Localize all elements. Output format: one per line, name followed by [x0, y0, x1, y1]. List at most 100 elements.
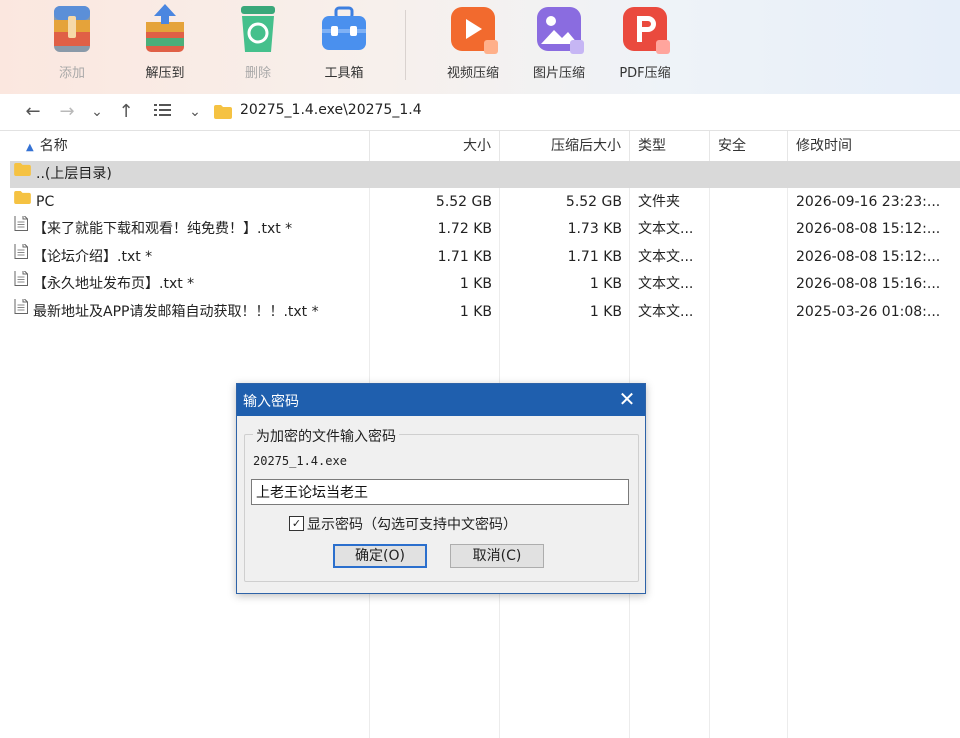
cell-name-text: 【论坛介绍】.txt * [33, 248, 153, 265]
show-password-checkbox[interactable]: ✓ [289, 515, 304, 531]
cell-modified-text: 2025-03-26 01:08:... [796, 303, 941, 320]
view-mode-icon[interactable] [152, 100, 174, 124]
table-row[interactable]: 【论坛介绍】.txt * 1.71 KB 1.71 KB 文本文... 2026-08-… [10, 243, 960, 271]
video-compress-icon [446, 2, 500, 56]
column-header-modified[interactable]: 修改时间 [788, 131, 960, 161]
cell-packed: 1 KB [500, 271, 630, 298]
cell-size: 1 KB [370, 271, 500, 298]
cell-size: 5.52 GB [370, 189, 500, 216]
image-compress-label: 图片压缩 [532, 66, 585, 81]
up-arrow-icon[interactable]: ↑ [115, 100, 137, 124]
cell-name: 【永久地址发布页】.txt * [10, 271, 370, 298]
column-header-size[interactable]: 大小 [370, 131, 500, 161]
cell-size-text: 1.71 KB [437, 248, 492, 265]
cell-type: 文件夹 [630, 189, 710, 216]
extract-to-label: 解压到 [145, 66, 185, 81]
ok-button[interactable]: 确定(O) [333, 544, 427, 568]
add-label: 添加 [58, 66, 85, 81]
cell-name: 【来了就能下载和观看！纯免费！】.txt * [10, 216, 370, 243]
extract-to-icon [138, 2, 192, 56]
cell-packed: 5.52 GB [500, 189, 630, 216]
cell-name: ..(上层目录) [10, 161, 370, 188]
table-row[interactable]: ..(上层目录) [10, 161, 960, 188]
image-compress-button[interactable]: 图片压缩 [517, 2, 601, 81]
pdf-compress-button[interactable]: PDF压缩 [603, 2, 687, 81]
video-compress-button[interactable]: 视频压缩 [431, 2, 515, 81]
cell-name-text: 最新地址及APP请发邮箱自动获取！！！.txt * [33, 303, 319, 320]
cell-size-text: 1 KB [459, 276, 492, 292]
delete-button[interactable]: 删除 [216, 2, 300, 81]
cell-name-text: PC [36, 193, 55, 210]
main-toolbar: 添加 解压到 删除 工具箱 视频压缩 图片压缩 PDF压缩 [0, 0, 960, 94]
cell-modified-text: 2026-08-08 15:12:... [796, 248, 941, 265]
archive-add-icon [45, 2, 99, 56]
cell-size-text: 1.72 KB [437, 221, 492, 237]
cell-security [710, 161, 788, 188]
text-file-icon [14, 298, 28, 324]
cell-packed-text: 1 KB [589, 303, 622, 320]
text-file-icon [14, 216, 28, 241]
cell-type [630, 161, 710, 188]
cell-name: 【论坛介绍】.txt * [10, 243, 370, 271]
path-folder-icon [214, 105, 232, 119]
cell-name-text: 【永久地址发布页】.txt * [33, 276, 195, 292]
cell-type-text: 文本文... [638, 303, 694, 320]
image-compress-icon [532, 2, 586, 56]
back-arrow-icon[interactable]: ← [22, 100, 44, 124]
extract-to-button[interactable]: 解压到 [123, 2, 207, 81]
cell-packed: 1 KB [500, 299, 630, 326]
table-row[interactable]: 【来了就能下载和观看！纯免费！】.txt * 1.72 KB 1.73 KB 文本文.… [10, 216, 960, 243]
cell-packed-text: 5.52 GB [565, 193, 622, 210]
pdf-compress-label: PDF压缩 [619, 66, 671, 81]
table-row[interactable]: PC 5.52 GB 5.52 GB 文件夹 2026-09-16 23:23:... [10, 189, 960, 216]
folder-icon [14, 161, 31, 186]
password-input[interactable]: 上老王论坛当老王 [251, 479, 629, 505]
delete-label: 删除 [244, 66, 271, 81]
cell-packed: 1.71 KB [500, 244, 630, 271]
cell-size: 1.72 KB [370, 216, 500, 243]
archive-filename: 20275_1.4.exe [253, 454, 347, 468]
path-text[interactable]: 20275_1.4.exe\20275_1.4 [240, 102, 422, 118]
password-dialog: 输入密码 ✕ 为加密的文件输入密码 20275_1.4.exe 上老王论坛当老王… [236, 383, 646, 594]
add-button[interactable]: 添加 [30, 2, 114, 81]
column-header-type[interactable]: 类型 [630, 131, 710, 161]
toolbox-icon [317, 2, 371, 56]
cell-modified-text: 2026-08-08 15:12:... [796, 221, 941, 237]
cell-modified-text: 2026-09-16 23:23:... [796, 193, 941, 210]
cell-security [710, 244, 788, 271]
cell-packed-text: 1 KB [589, 276, 622, 292]
history-chevron-down-icon[interactable]: ⌄ [86, 100, 108, 124]
dialog-title: 输入密码 [243, 394, 299, 410]
cell-size-text: 1 KB [459, 303, 492, 320]
cell-name: 最新地址及APP请发邮箱自动获取！！！.txt * [10, 298, 370, 326]
column-header-name[interactable]: ▲ 名称 [10, 131, 370, 161]
video-compress-label: 视频压缩 [446, 66, 499, 81]
close-icon[interactable]: ✕ [615, 387, 639, 411]
column-header-security[interactable]: 安全 [710, 131, 788, 161]
cell-packed-text: 1.73 KB [567, 221, 622, 237]
toolbox-button[interactable]: 工具箱 [302, 2, 386, 81]
cell-type-text: 文本文... [638, 221, 694, 237]
cell-modified: 2026-08-08 15:12:... [788, 244, 960, 271]
cell-name-text: ..(上层目录) [36, 166, 112, 182]
view-mode-chevron-down-icon[interactable]: ⌄ [184, 100, 206, 124]
cell-security [710, 271, 788, 298]
column-header-packed[interactable]: 压缩后大小 [500, 131, 630, 161]
show-password-option[interactable]: ✓ 显示密码（勾选可支持中文密码） [289, 514, 517, 534]
cell-size: 1.71 KB [370, 244, 500, 271]
toolbar-separator [405, 10, 406, 80]
cell-type: 文本文... [630, 244, 710, 271]
cell-packed: 1.73 KB [500, 216, 630, 243]
table-row[interactable]: 最新地址及APP请发邮箱自动获取！！！.txt * 1 KB 1 KB 文本文... 2… [10, 298, 960, 326]
table-row[interactable]: 【永久地址发布页】.txt * 1 KB 1 KB 文本文... 2026-08-08 … [10, 271, 960, 298]
group-label: 为加密的文件输入密码 [253, 426, 399, 446]
address-bar: ← → ⌄ ↑ ⌄ 20275_1.4.exe\20275_1.4 [0, 94, 960, 131]
cell-type: 文本文... [630, 271, 710, 298]
cell-type-text: 文件夹 [638, 193, 680, 210]
cell-type-text: 文本文... [638, 276, 694, 292]
forward-arrow-icon[interactable]: → [56, 100, 78, 124]
cell-size: 1 KB [370, 299, 500, 326]
cancel-button[interactable]: 取消(C) [450, 544, 544, 568]
cell-security [710, 299, 788, 326]
folder-icon [14, 189, 31, 214]
